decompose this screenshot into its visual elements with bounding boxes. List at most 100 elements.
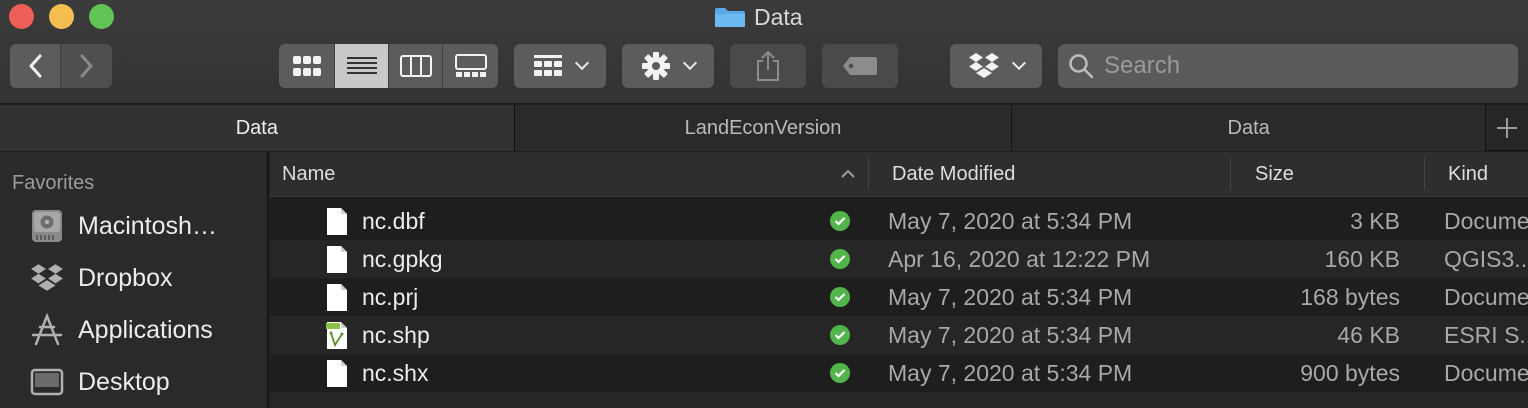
sidebar-item-label: Macintosh… [78, 211, 217, 240]
icon-view-button[interactable] [279, 44, 335, 88]
list-view-button[interactable] [335, 44, 389, 88]
file-size: 3 KB [1350, 207, 1400, 234]
sync-status-icon [830, 363, 850, 383]
checkmark-icon [834, 255, 846, 264]
file-row[interactable]: nc.dbf May 7, 2020 at 5:34 PM 3 KB Docum… [270, 202, 1528, 240]
chevron-down-icon [682, 55, 698, 71]
document-icon [327, 360, 347, 387]
columns-icon [399, 55, 432, 77]
document-icon [327, 208, 347, 235]
column-header-label: Kind [1448, 163, 1489, 185]
action-menu-button[interactable] [622, 44, 714, 88]
column-view-button[interactable] [389, 44, 443, 88]
column-header-size[interactable]: Size [1255, 152, 1415, 197]
search-icon [1069, 54, 1094, 79]
file-date-modified: May 7, 2020 at 5:34 PM [888, 207, 1133, 234]
file-name: nc.prj [362, 283, 419, 310]
share-button[interactable] [730, 44, 806, 88]
forward-button[interactable] [61, 44, 112, 88]
sync-status-icon [830, 325, 850, 345]
list-lines-icon [346, 57, 377, 74]
column-divider[interactable] [1230, 158, 1231, 190]
tab-data-2[interactable]: Data [1012, 105, 1487, 151]
tag-icon [843, 57, 877, 75]
sidebar-item-applications[interactable]: Applications [0, 308, 268, 352]
file-name: nc.shx [362, 359, 429, 386]
shp-file-icon [326, 322, 347, 349]
share-icon [757, 50, 779, 81]
tags-button[interactable] [822, 44, 898, 88]
sidebar-item-label: Desktop [78, 367, 170, 396]
file-name: nc.shp [362, 321, 430, 348]
checkmark-icon [834, 217, 846, 226]
column-divider[interactable] [868, 158, 869, 190]
sidebar-item-desktop[interactable]: Desktop [0, 360, 268, 404]
column-header-label: Date Modified [892, 163, 1016, 185]
column-divider[interactable] [1424, 158, 1425, 190]
gallery-view-button[interactable] [443, 44, 498, 88]
file-kind: QGIS3... [1444, 245, 1528, 272]
sort-ascending-icon [841, 169, 855, 178]
group-by-button[interactable] [514, 44, 606, 88]
zoom-window-button[interactable] [89, 4, 114, 29]
file-size: 900 bytes [1300, 359, 1400, 386]
new-tab-button[interactable] [1486, 105, 1528, 151]
empty-row [270, 392, 1528, 408]
column-header-kind[interactable]: Kind [1448, 152, 1528, 197]
file-row[interactable]: nc.shx May 7, 2020 at 5:34 PM 900 bytes … [270, 354, 1528, 392]
search-input[interactable] [1104, 52, 1484, 80]
file-size: 168 bytes [1300, 283, 1400, 310]
window-toolbar: Data [0, 0, 1528, 104]
file-kind: ESRI S... [1444, 321, 1528, 348]
file-name: nc.dbf [362, 207, 425, 234]
tab-data-1[interactable]: Data [0, 105, 515, 151]
column-header-date-modified[interactable]: Date Modified [892, 152, 1222, 197]
document-icon [327, 284, 347, 311]
minimize-window-button[interactable] [49, 4, 74, 29]
file-date-modified: May 7, 2020 at 5:34 PM [888, 359, 1133, 386]
group-grid-icon [534, 55, 562, 76]
sync-status-icon [830, 287, 850, 307]
folder-icon [715, 8, 745, 27]
file-size: 46 KB [1337, 321, 1400, 348]
plus-icon [1497, 118, 1517, 138]
tab-label: LandEconVersion [684, 116, 842, 139]
file-row[interactable]: nc.gpkg Apr 16, 2020 at 12:22 PM 160 KB … [270, 240, 1528, 278]
desktop-icon [30, 368, 64, 396]
checkmark-icon [834, 293, 846, 302]
hard-drive-icon [32, 210, 62, 242]
file-kind: Docume [1444, 283, 1528, 310]
file-kind: Docume [1444, 207, 1528, 234]
document-icon [327, 246, 347, 273]
column-header-name[interactable]: Name [282, 152, 862, 197]
window-title: Data [714, 3, 803, 31]
dropbox-icon [969, 53, 999, 78]
file-row[interactable]: nc.prj May 7, 2020 at 5:34 PM 168 bytes … [270, 278, 1528, 316]
file-date-modified: May 7, 2020 at 5:34 PM [888, 321, 1133, 348]
chevron-down-icon [1011, 55, 1027, 71]
sidebar-item-macintosh-hd[interactable]: Macintosh… [0, 204, 268, 248]
tab-landeconversion[interactable]: LandEconVersion [514, 105, 1013, 151]
search-field[interactable] [1058, 44, 1518, 88]
sidebar-item-label: Dropbox [78, 263, 173, 292]
navigation-buttons [10, 44, 112, 88]
checkmark-icon [834, 331, 846, 340]
file-size: 160 KB [1324, 245, 1400, 272]
gallery-icon [454, 54, 487, 77]
tab-label: Data [1227, 116, 1270, 139]
window-title-text: Data [754, 3, 803, 30]
dropbox-icon [31, 264, 63, 291]
dropbox-menu-button[interactable] [950, 44, 1042, 88]
file-date-modified: May 7, 2020 at 5:34 PM [888, 283, 1133, 310]
column-header-label: Name [282, 163, 336, 185]
file-row[interactable]: nc.shp May 7, 2020 at 5:34 PM 46 KB ESRI… [270, 316, 1528, 354]
checkmark-icon [834, 369, 846, 378]
gear-icon [642, 52, 670, 80]
file-list: Name Date Modified Size Kind nc.dbf May … [270, 152, 1528, 408]
sidebar-item-dropbox[interactable]: Dropbox [0, 256, 268, 300]
chevron-down-icon [574, 55, 590, 71]
back-button[interactable] [10, 44, 61, 88]
tab-bar: Data LandEconVersion Data [0, 105, 1528, 151]
close-window-button[interactable] [9, 4, 34, 29]
chevron-right-icon [80, 54, 92, 78]
